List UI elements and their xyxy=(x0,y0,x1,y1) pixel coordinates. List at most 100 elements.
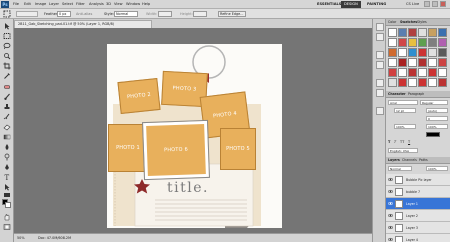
style-swatch[interactable] xyxy=(388,28,397,37)
all-caps-icon[interactable]: TT xyxy=(400,140,404,144)
style-swatch[interactable] xyxy=(388,58,397,67)
document-canvas[interactable]: PHOTO 2 PHOTO 3 PHOTO 4 PHOTO 1 PHOTO 6 … xyxy=(107,44,282,228)
lasso-tool-icon[interactable] xyxy=(3,42,11,50)
selection-mode-buttons[interactable] xyxy=(16,11,38,17)
move-tool-icon[interactable] xyxy=(3,22,11,30)
blur-tool-icon[interactable] xyxy=(3,143,11,151)
width-input[interactable] xyxy=(158,11,172,17)
path-selection-tool-icon[interactable] xyxy=(3,183,11,191)
brush-tool-icon[interactable] xyxy=(3,93,11,101)
background-color-swatch[interactable] xyxy=(5,202,11,208)
style-swatch[interactable] xyxy=(418,68,427,77)
tab-layers[interactable]: Layers xyxy=(388,158,400,162)
horizontal-scale-input[interactable]: 100% xyxy=(426,124,448,129)
style-swatch[interactable] xyxy=(418,48,427,57)
healing-brush-tool-icon[interactable] xyxy=(3,83,11,91)
quick-mask-icon[interactable] xyxy=(3,223,11,231)
visibility-eye-icon[interactable] xyxy=(388,177,393,182)
style-swatch[interactable] xyxy=(418,78,427,87)
photo-placeholder-6[interactable]: PHOTO 6 xyxy=(142,119,210,181)
style-swatch[interactable] xyxy=(398,48,407,57)
style-swatch[interactable] xyxy=(398,38,407,47)
menu-help[interactable]: Help xyxy=(142,2,150,6)
visibility-eye-icon[interactable] xyxy=(388,201,393,206)
pen-tool-icon[interactable] xyxy=(3,163,11,171)
visibility-eye-icon[interactable] xyxy=(388,213,393,218)
marquee-tool-icon[interactable] xyxy=(3,32,11,40)
clone-source-panel-icon[interactable] xyxy=(376,61,384,69)
info-panel-icon[interactable] xyxy=(376,79,384,87)
refine-edge-button[interactable]: Refine Edge... xyxy=(218,11,246,17)
shape-tool-icon[interactable] xyxy=(3,191,11,199)
style-select[interactable]: Normal xyxy=(114,11,138,17)
gradient-tool-icon[interactable] xyxy=(3,133,11,141)
document-size-info[interactable]: Doc: 47.0M/608.2M xyxy=(38,236,71,240)
font-size-input[interactable]: 12 pt xyxy=(394,108,416,113)
faux-italic-icon[interactable]: T xyxy=(394,140,396,144)
menu-window[interactable]: Window xyxy=(126,2,140,6)
layer-row[interactable]: bubble 7 xyxy=(386,186,450,198)
minimize-button[interactable] xyxy=(424,1,430,7)
tab-paths[interactable]: Paths xyxy=(419,158,428,162)
history-brush-tool-icon[interactable] xyxy=(3,113,11,121)
style-swatch[interactable] xyxy=(408,48,417,57)
eraser-tool-icon[interactable] xyxy=(3,123,11,131)
antialias-checkbox[interactable]: Anti-alias xyxy=(76,12,92,16)
visibility-eye-icon[interactable] xyxy=(388,189,393,194)
layer-row[interactable]: Bubble Pic layer xyxy=(386,174,450,186)
layer-row[interactable]: Layer 4 xyxy=(386,234,450,242)
style-swatch[interactable] xyxy=(398,28,407,37)
style-swatch[interactable] xyxy=(398,68,407,77)
type-tool-icon[interactable]: T xyxy=(3,173,11,181)
text-color-swatch[interactable] xyxy=(426,132,440,137)
document-tab[interactable]: 2B11_Gab_Sketching_pad-01.tif @ 50% (Lay… xyxy=(14,20,152,28)
style-swatch[interactable] xyxy=(428,58,437,67)
faux-bold-icon[interactable]: T xyxy=(388,140,390,144)
style-swatch[interactable] xyxy=(428,68,437,77)
close-button[interactable] xyxy=(440,1,446,7)
language-select[interactable]: English: USA xyxy=(388,148,418,153)
zoom-level[interactable]: 50% xyxy=(17,236,25,240)
style-swatch[interactable] xyxy=(428,48,437,57)
layer-row[interactable]: Layer 3 xyxy=(386,222,450,234)
style-swatch[interactable] xyxy=(428,28,437,37)
font-style-select[interactable]: Regular xyxy=(420,100,448,105)
hand-tool-icon[interactable] xyxy=(3,213,11,221)
style-swatch[interactable] xyxy=(418,58,427,67)
notes-panel-icon[interactable] xyxy=(376,107,384,115)
style-swatch[interactable] xyxy=(398,58,407,67)
tab-channels[interactable]: Channels xyxy=(402,158,417,162)
style-swatch[interactable] xyxy=(408,38,417,47)
tab-styles[interactable]: Styles xyxy=(417,20,427,24)
blend-mode-select[interactable]: Normal xyxy=(388,166,412,171)
style-swatch[interactable] xyxy=(418,28,427,37)
layer-row-selected[interactable]: Layer 1 xyxy=(386,198,450,210)
tab-swatches[interactable]: Swatches xyxy=(400,20,417,24)
style-swatch[interactable] xyxy=(438,68,447,77)
canvas-area[interactable]: PHOTO 2 PHOTO 3 PHOTO 4 PHOTO 1 PHOTO 6 … xyxy=(14,28,372,233)
menu-file[interactable]: File xyxy=(13,2,19,6)
photo-placeholder-2[interactable]: PHOTO 2 xyxy=(117,77,161,115)
brush-panel-icon[interactable] xyxy=(376,51,384,59)
style-swatch[interactable] xyxy=(438,28,447,37)
menu-analysis[interactable]: Analysis xyxy=(89,2,104,6)
layer-row[interactable]: Layer 2 xyxy=(386,210,450,222)
photo-placeholder-5[interactable]: PHOTO 5 xyxy=(220,128,256,170)
menu-select[interactable]: Select xyxy=(62,2,73,6)
actions-panel-icon[interactable] xyxy=(376,33,384,41)
style-swatch[interactable] xyxy=(408,68,417,77)
dodge-tool-icon[interactable] xyxy=(3,153,11,161)
style-swatch[interactable] xyxy=(428,78,437,87)
clone-stamp-tool-icon[interactable] xyxy=(3,103,11,111)
history-panel-icon[interactable] xyxy=(376,23,384,31)
visibility-eye-icon[interactable] xyxy=(388,225,393,230)
marquee-tool-icon[interactable] xyxy=(3,10,11,18)
visibility-eye-icon[interactable] xyxy=(388,237,393,242)
tracking-input[interactable]: 0 xyxy=(426,116,448,121)
style-swatch[interactable] xyxy=(388,48,397,57)
menu-image[interactable]: Image xyxy=(35,2,46,6)
cs-live-button[interactable]: CS Live xyxy=(406,2,419,6)
style-swatch[interactable] xyxy=(408,78,417,87)
workspace-design[interactable]: DESIGN xyxy=(341,1,361,8)
tab-color[interactable]: Color xyxy=(388,20,396,24)
